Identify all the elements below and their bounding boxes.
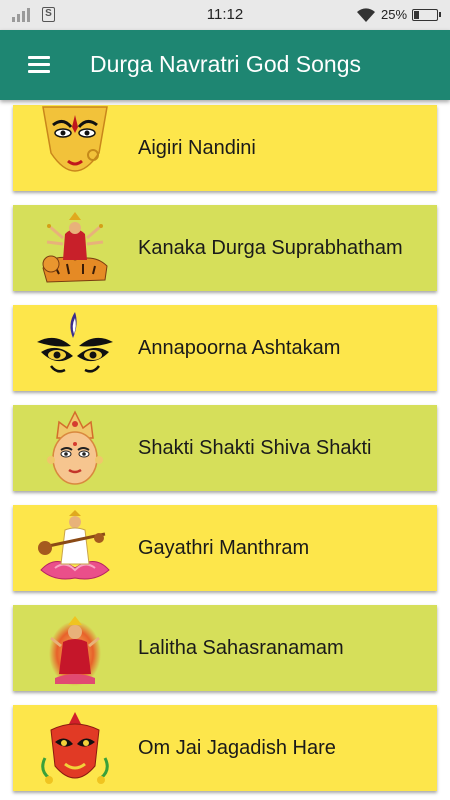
battery-percent: 25% [381, 7, 408, 22]
song-item-om-jai-jagadish-hare[interactable]: Om Jai Jagadish Hare [13, 705, 437, 791]
saraswati-veena-icon [38, 510, 110, 580]
wifi-icon [357, 8, 375, 22]
status-bar: S 11:12 25% [0, 0, 450, 30]
durga-face-icon [42, 106, 108, 172]
battery-icon [412, 9, 441, 21]
goddess-face-crown-icon [47, 410, 103, 485]
app-bar: Durga Navratri God Songs [0, 30, 450, 100]
song-title: Shakti Shakti Shiva Shakti [138, 437, 372, 459]
song-item-lalitha-sahasranamam[interactable]: Lalitha Sahasranamam [13, 605, 437, 691]
lalitha-devi-icon [49, 616, 101, 686]
song-title: Gayathri Manthram [138, 537, 310, 559]
song-title: Annapoorna Ashtakam [138, 337, 341, 359]
goddess-eyes-icon [37, 312, 113, 373]
song-item-kanaka-durga-suprabhatham[interactable]: Kanaka Durga Suprabhatham [13, 205, 437, 291]
battery-level-fill [414, 11, 420, 19]
page-title: Durga Navratri God Songs [90, 51, 362, 77]
song-title: Lalitha Sahasranamam [138, 637, 344, 659]
song-title: Om Jai Jagadish Hare [138, 737, 336, 759]
hamburger-menu-icon[interactable] [24, 52, 54, 78]
song-item-annapoorna-ashtakam[interactable]: Annapoorna Ashtakam [13, 305, 437, 391]
song-title: Kanaka Durga Suprabhatham [138, 237, 403, 259]
song-item-gayathri-manthram[interactable]: Gayathri Manthram [13, 505, 437, 591]
song-list[interactable]: Aigiri Nandini Kanaka Durga Suprabhatham [0, 100, 450, 800]
song-title: Aigiri Nandini [138, 137, 256, 159]
song-item-shakti-shakti-shiva-shakti[interactable]: Shakti Shakti Shiva Shakti [13, 405, 437, 491]
durga-mask-icon [41, 712, 109, 784]
durga-on-tiger-icon [42, 212, 108, 283]
song-item-aigiri-nandini[interactable]: Aigiri Nandini [13, 105, 437, 191]
